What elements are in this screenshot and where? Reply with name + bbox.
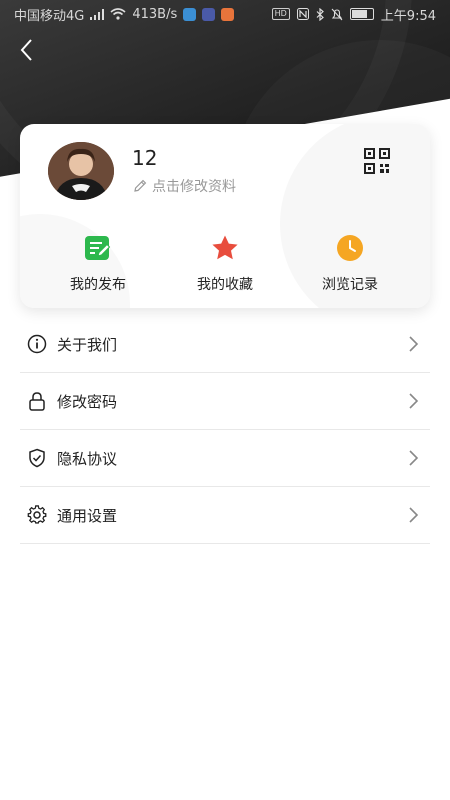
menu-item-label: 修改密码 [57, 392, 118, 411]
app-notification-icon [202, 7, 216, 21]
status-bar: 中国移动4G 413B/s HD 上午9:54 [0, 0, 450, 28]
nfc-icon [296, 8, 309, 20]
clock-time: 上午9:54 [380, 8, 436, 24]
menu-item-change-password[interactable]: 修改密码 [20, 373, 430, 430]
menu-item-label: 隐私协议 [57, 449, 118, 468]
browse-history-button[interactable]: 浏览记录 [290, 234, 410, 294]
star-icon [212, 235, 238, 260]
menu-item-about-us[interactable]: 关于我们 [20, 316, 430, 373]
chevron-right-icon [409, 450, 419, 466]
gear-icon [27, 505, 47, 524]
browse-history-label: 浏览记录 [322, 277, 378, 293]
bluetooth-icon [316, 7, 324, 21]
lock-icon [29, 392, 45, 411]
app-notification-icon [183, 7, 197, 21]
signal-icon [90, 8, 105, 20]
chevron-right-icon [409, 507, 419, 523]
edit-profile-label: 点击修改资料 [152, 179, 236, 195]
qr-code-icon [364, 148, 390, 174]
network-speed: 413B/s [132, 6, 178, 22]
clock-icon [337, 235, 363, 261]
wifi-icon [110, 8, 126, 20]
profile-card: 12 点击修改资料 我的发布 我的收藏 浏览记录 [20, 124, 430, 308]
my-posts-label: 我的发布 [70, 277, 126, 293]
menu-item-general-settings[interactable]: 通用设置 [20, 487, 430, 544]
chevron-right-icon [409, 336, 419, 352]
app-notification-icon [221, 7, 235, 21]
avatar[interactable] [48, 142, 114, 200]
my-posts-button[interactable]: 我的发布 [38, 234, 158, 294]
qr-code-button[interactable] [364, 148, 390, 174]
edit-note-icon [85, 236, 111, 260]
avatar-image [48, 142, 114, 200]
carrier-label: 中国移动4G [14, 8, 85, 24]
mute-icon [331, 8, 343, 20]
info-icon [27, 334, 47, 354]
username: 12 [132, 146, 158, 170]
menu-item-label: 通用设置 [57, 506, 118, 525]
battery-icon [349, 8, 374, 20]
menu-item-label: 关于我们 [57, 335, 118, 354]
shield-icon [29, 448, 45, 468]
pencil-icon [134, 179, 147, 192]
settings-menu: 关于我们 修改密码 隐私协议 通用设置 [20, 316, 430, 544]
my-favorites-button[interactable]: 我的收藏 [165, 234, 285, 294]
back-button[interactable] [12, 34, 44, 66]
chevron-right-icon [409, 393, 419, 409]
edit-profile-link[interactable]: 点击修改资料 [132, 176, 236, 196]
hd-badge: HD [271, 8, 290, 20]
chevron-left-icon [20, 39, 32, 61]
my-favorites-label: 我的收藏 [197, 277, 253, 293]
menu-item-privacy-policy[interactable]: 隐私协议 [20, 430, 430, 487]
